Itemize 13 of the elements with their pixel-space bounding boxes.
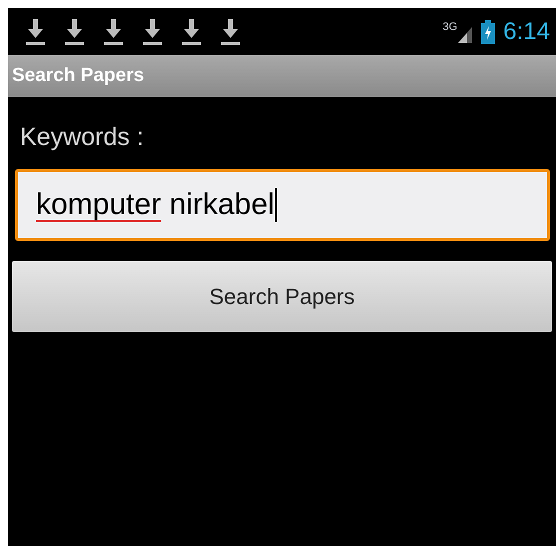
- download-icon: [104, 18, 123, 44]
- input-field[interactable]: komputer nirkabel: [15, 168, 550, 240]
- download-icon: [182, 18, 201, 44]
- search-papers-button[interactable]: Search Papers: [12, 260, 552, 332]
- download-icon: [143, 18, 162, 44]
- download-icon: [65, 18, 84, 44]
- clock-time: 6:14: [503, 20, 550, 44]
- download-icon: [26, 18, 45, 44]
- app-title: Search Papers: [12, 64, 144, 88]
- battery-charging-icon: [481, 20, 496, 44]
- download-icon: [221, 18, 240, 44]
- network-type: 3G: [442, 22, 458, 32]
- keywords-label: Keywords :: [20, 122, 144, 153]
